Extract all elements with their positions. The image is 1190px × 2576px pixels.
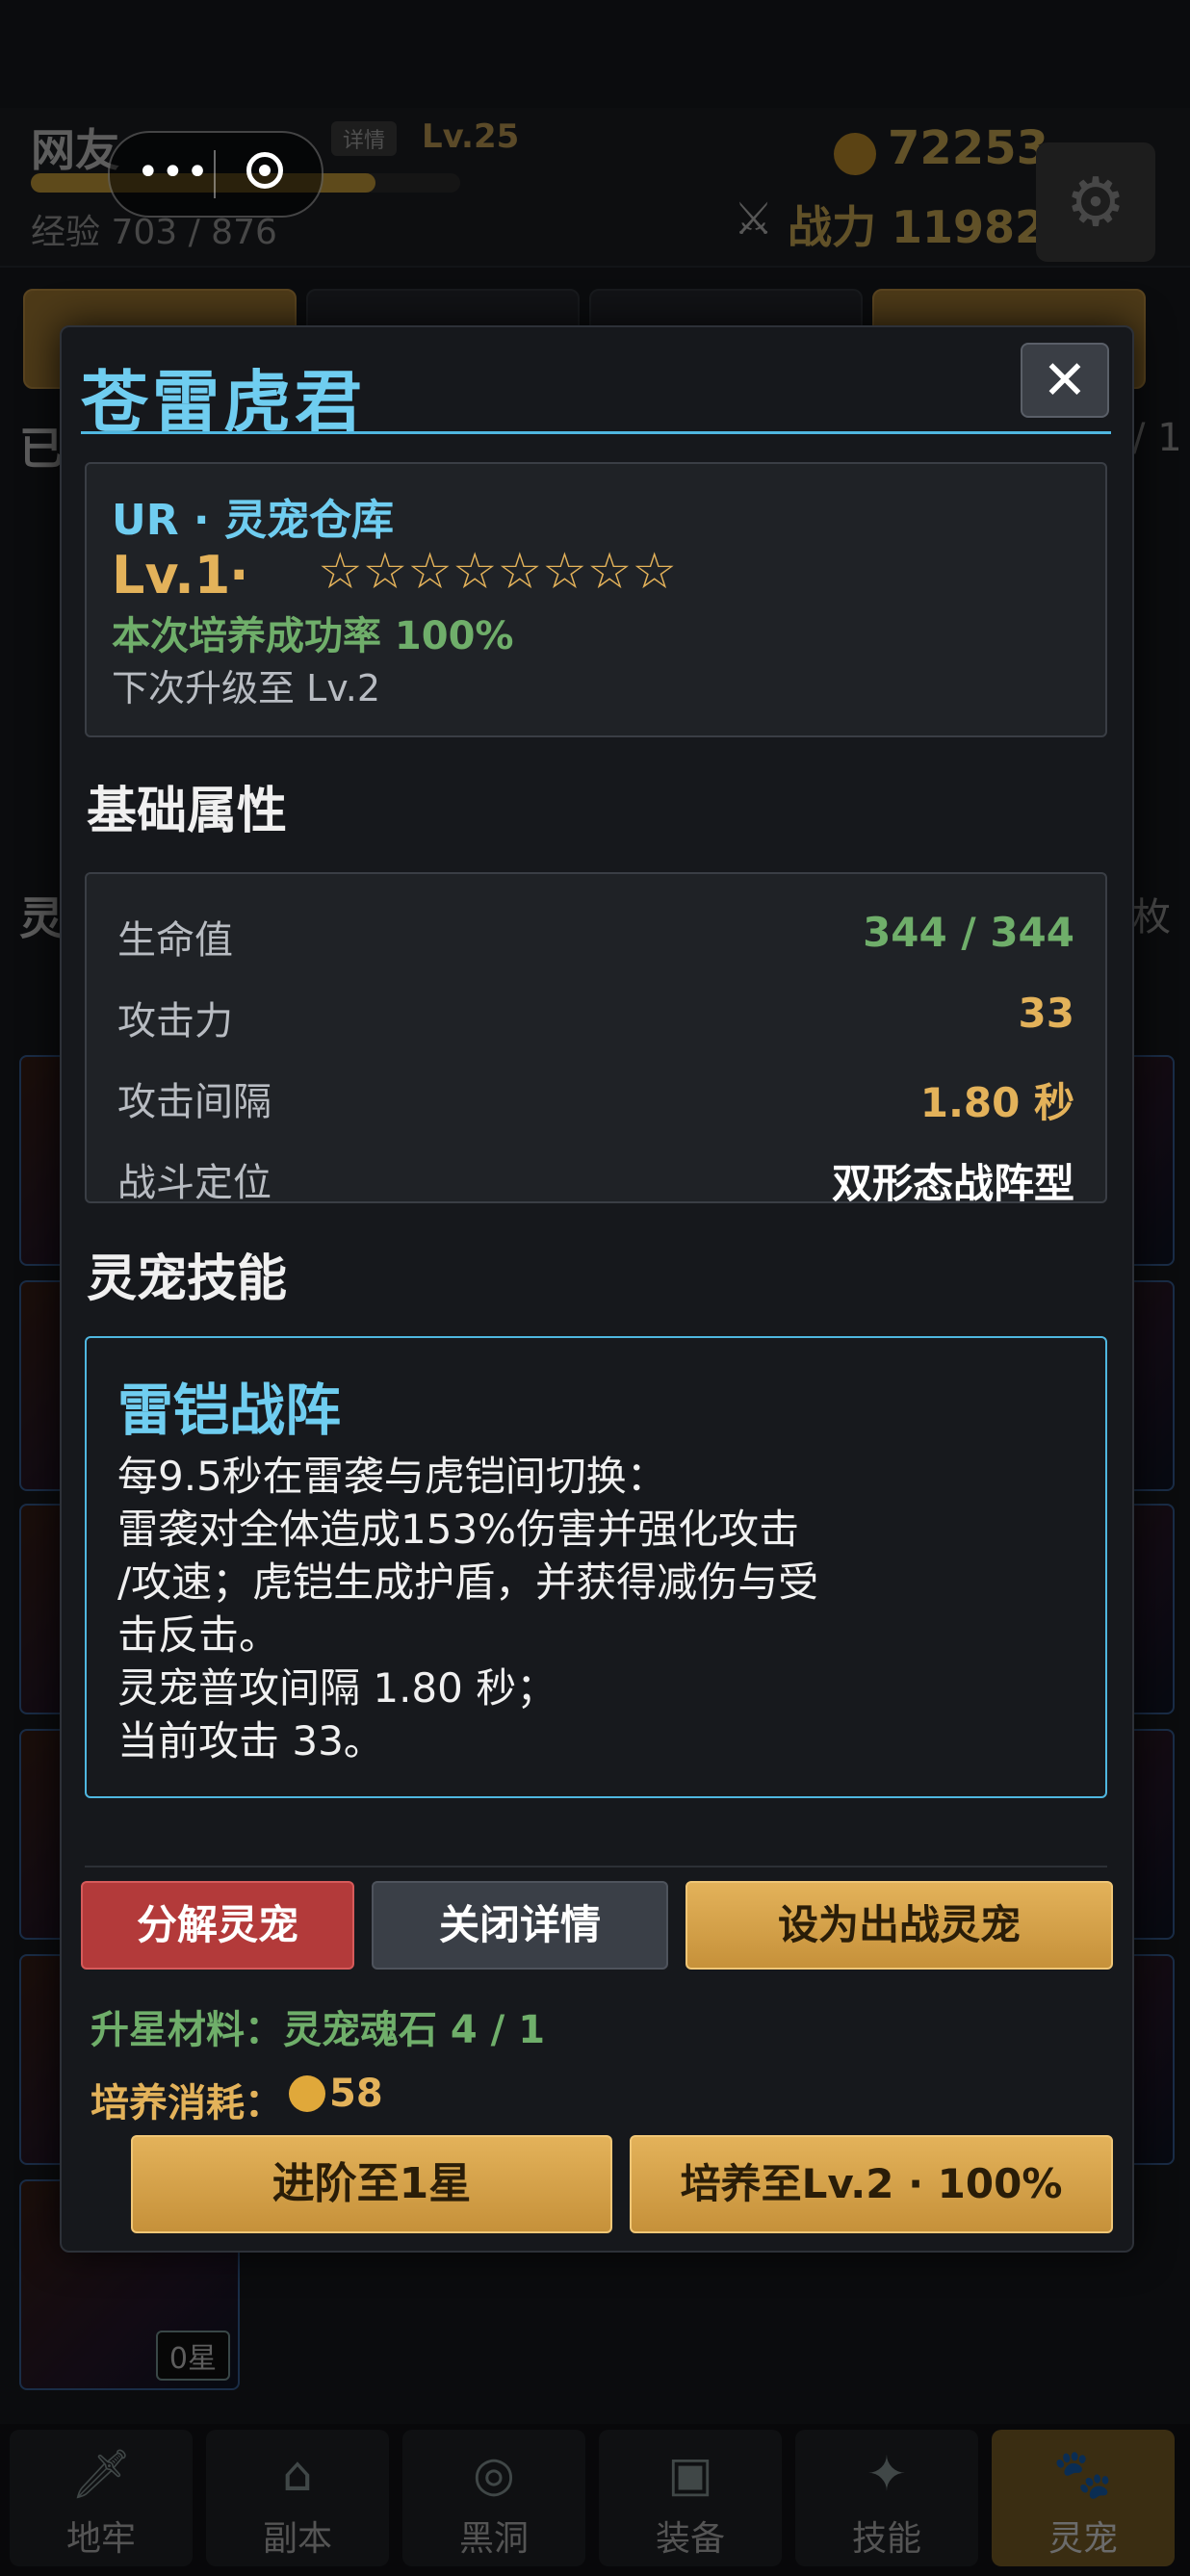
nav-label: 地牢 — [65, 2519, 136, 2559]
skill-panel: 雷铠战阵 每9.5秒在雷袭与虎铠间切换： 雷袭对全体造成153%伤害并强化攻击 … — [85, 1336, 1107, 1798]
nav-item-instance[interactable]: ⌂ 副本 — [206, 2430, 389, 2566]
skill-name: 雷铠战阵 — [117, 1378, 342, 1443]
coin-icon — [289, 2075, 325, 2112]
role-value: 双形态战阵型 — [831, 1160, 1074, 1203]
skill-line: 每9.5秒在雷袭与虎铠间切换： — [117, 1453, 667, 1500]
next-level-text: 下次升级至 Lv.2 — [112, 667, 381, 709]
skill-line: 当前攻击 33。 — [117, 1717, 384, 1765]
advance-star-button[interactable]: 进阶至1星 — [131, 2135, 612, 2233]
backpack-icon: ▣ — [667, 2446, 713, 2502]
summary-panel: UR · 灵宠仓库 Lv.1 · ☆☆☆☆☆☆☆☆ 本次培养成功率 100% 下… — [85, 462, 1107, 737]
crossed-swords-icon: ⚔ — [734, 193, 774, 245]
sword-icon: 🗡 — [70, 2446, 132, 2502]
attributes-title: 基础属性 — [87, 783, 288, 840]
close-button[interactable]: ✕ — [1021, 343, 1109, 418]
target-icon[interactable] — [246, 152, 283, 189]
cost-value: 58 — [329, 2072, 383, 2116]
attributes-panel[interactable]: 生命值 344 / 344 攻击力 33 攻击间隔 1.80 秒 战斗定位 双形… — [85, 872, 1107, 1203]
mini-program-capsule: ••• — [108, 131, 323, 218]
close-detail-button[interactable]: 关闭详情 — [372, 1881, 668, 1970]
attack-interval-label: 攻击间隔 — [117, 1080, 272, 1124]
hp-value: 344 / 344 — [863, 909, 1074, 956]
train-level-button[interactable]: 培养至Lv.2 · 100% — [630, 2135, 1113, 2233]
skill-description: 每9.5秒在雷袭与虎铠间切换： 雷袭对全体造成153%伤害并强化攻击 /攻速；虎… — [117, 1450, 1080, 1767]
coin-icon — [834, 133, 876, 175]
nav-item-blackhole[interactable]: ◎ 黑洞 — [402, 2430, 585, 2566]
pet-detail-modal: 苍雷虎君 ✕ UR · 灵宠仓库 Lv.1 · ☆☆☆☆☆☆☆☆ 本次培养成功率… — [60, 325, 1134, 2253]
nav-label: 技能 — [851, 2519, 921, 2559]
attack-interval-value: 1.80 秒 — [919, 1079, 1074, 1126]
success-rate: 本次培养成功率 100% — [112, 614, 514, 658]
skills-title: 灵宠技能 — [87, 1250, 288, 1308]
side-label-mid: 灵 — [19, 892, 64, 944]
rarity-line: UR · 灵宠仓库 — [112, 496, 394, 545]
title-divider — [81, 431, 1111, 434]
nav-item-skills[interactable]: ✦ 技能 — [795, 2430, 978, 2566]
detail-tag[interactable]: 详情 — [331, 121, 398, 156]
gear-icon[interactable]: ⚙ — [1036, 142, 1155, 262]
capsule-divider — [214, 150, 216, 198]
role-label: 战斗定位 — [117, 1161, 272, 1203]
side-label-top: 已 — [19, 423, 64, 475]
decompose-button[interactable]: 分解灵宠 — [81, 1881, 354, 1970]
nav-item-pets[interactable]: 🐾 灵宠 — [992, 2430, 1175, 2566]
more-dots-icon[interactable]: ••• — [137, 150, 211, 194]
actions-divider — [85, 1866, 1107, 1868]
skill-line: /攻速；虎铠生成护盾，并获得减伤与受 — [117, 1558, 819, 1606]
card-star-badge: 0星 — [155, 2331, 230, 2381]
nav-item-equipment[interactable]: ▣ 装备 — [599, 2430, 782, 2566]
attack-value: 33 — [1018, 990, 1074, 1037]
level-dot: · — [229, 545, 249, 605]
side-label-top-right: / 1 — [1132, 416, 1182, 460]
player-name: 网友 — [31, 124, 119, 176]
nav-label: 黑洞 — [458, 2519, 529, 2559]
upgrade-materials: 升星材料：灵宠魂石 4 / 1 — [91, 2008, 546, 2052]
power-text: 战力 11982 — [788, 201, 1047, 253]
coin-count: 72253 — [888, 121, 1048, 175]
skill-line: 击反击。 — [117, 1611, 280, 1659]
skill-line: 雷袭对全体造成153%伤害并强化攻击 — [117, 1506, 800, 1553]
pet-level: Lv.1 — [112, 545, 231, 605]
temple-icon: ⌂ — [282, 2446, 313, 2502]
nav-label: 装备 — [655, 2519, 725, 2559]
cost-label: 培养消耗： — [91, 2081, 283, 2125]
skill-line: 灵宠普攻间隔 1.80 秒； — [117, 1664, 557, 1712]
paw-icon: 🐾 — [1052, 2446, 1114, 2502]
hp-label: 生命值 — [117, 918, 233, 963]
star-burst-icon: ✦ — [867, 2446, 907, 2502]
nav-label: 副本 — [262, 2519, 332, 2559]
player-level: Lv.25 — [422, 117, 520, 156]
nav-item-dungeon[interactable]: 🗡 地牢 — [10, 2430, 193, 2566]
vortex-icon: ◎ — [473, 2446, 515, 2502]
set-battle-pet-button[interactable]: 设为出战灵宠 — [686, 1881, 1113, 1970]
side-label-mid-right: 枚 — [1132, 895, 1171, 940]
nav-label: 灵宠 — [1048, 2519, 1118, 2559]
star-rating: ☆☆☆☆☆☆☆☆ — [318, 543, 677, 601]
attack-label: 攻击力 — [117, 999, 233, 1043]
